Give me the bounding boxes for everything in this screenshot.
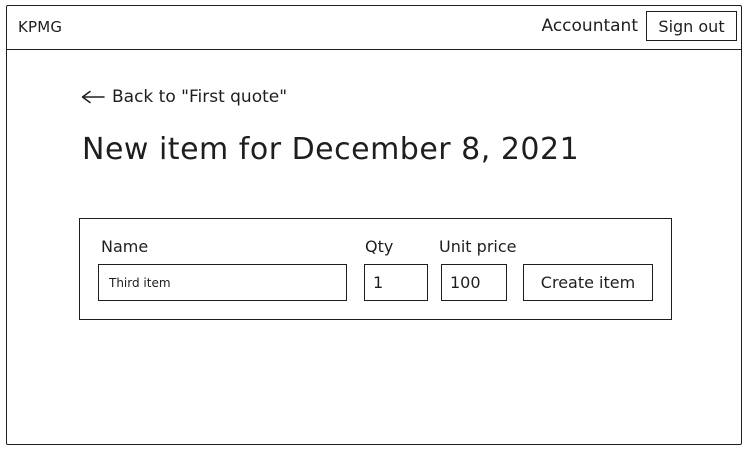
user-role: Accountant: [541, 16, 639, 36]
brand-logo: KPMG: [18, 18, 63, 36]
back-link-label: Back to "First quote": [112, 87, 288, 107]
qty-label: Qty: [365, 237, 394, 256]
arrow-left-icon: [81, 90, 105, 104]
back-link[interactable]: Back to "First quote": [80, 87, 287, 107]
unit-price-label: Unit price: [439, 237, 517, 256]
qty-input[interactable]: [364, 264, 428, 301]
top-navbar: KPMG Accountant Sign out: [6, 5, 742, 50]
name-label: Name: [101, 237, 149, 256]
page-title: New item for December 8, 2021: [82, 132, 580, 167]
create-item-button[interactable]: Create item: [523, 264, 653, 301]
unit-price-input[interactable]: [441, 264, 507, 301]
sign-out-button[interactable]: Sign out: [646, 11, 737, 41]
name-input[interactable]: [98, 264, 347, 301]
